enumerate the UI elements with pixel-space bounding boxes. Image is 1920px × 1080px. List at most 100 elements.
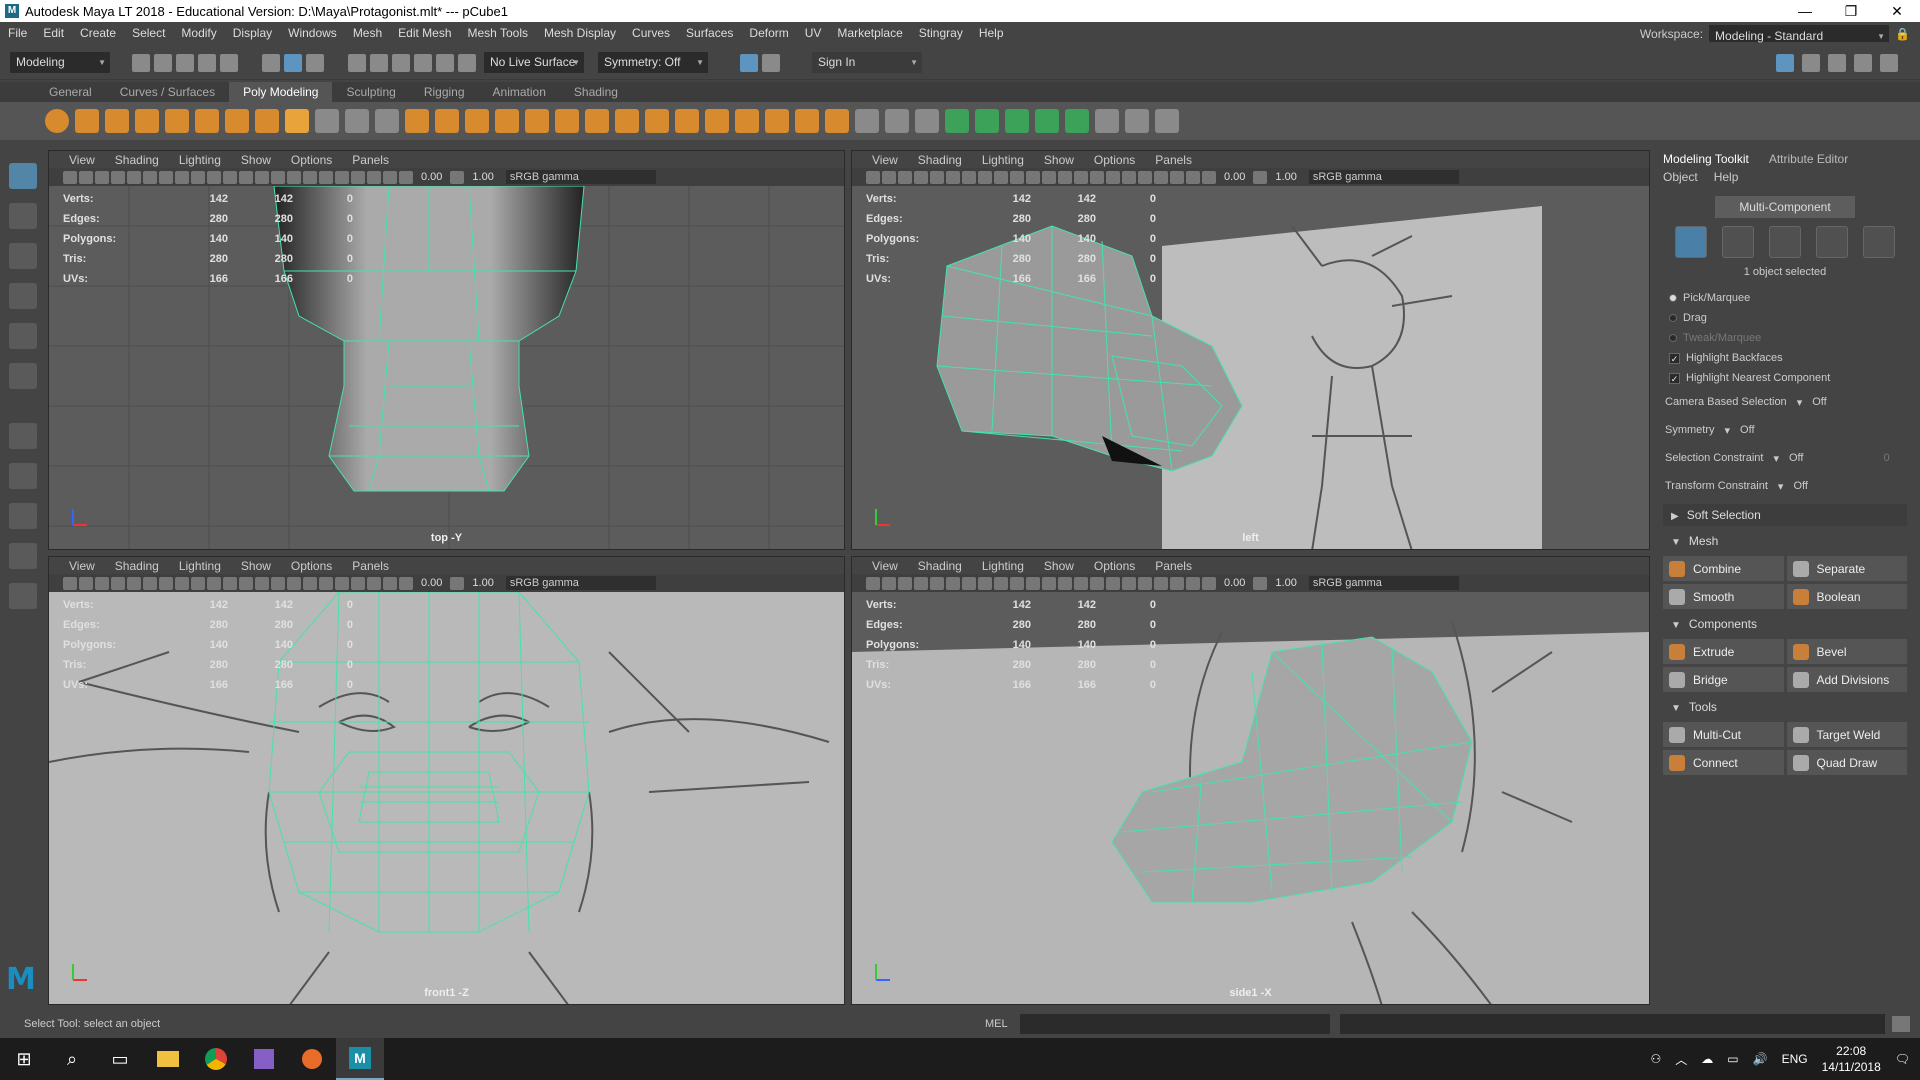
gamma-field[interactable]: 1.00	[1275, 577, 1296, 589]
panel-menu-options[interactable]: Options	[1084, 559, 1145, 573]
bridge-shelf-icon[interactable]	[825, 109, 849, 133]
snap-surface-icon[interactable]	[436, 53, 454, 72]
transform-constraint-row[interactable]: Transform Constraint ▾ Off	[1655, 472, 1915, 500]
spherical-mapping-icon[interactable]	[1005, 109, 1029, 133]
automatic-mapping-icon[interactable]	[1035, 109, 1059, 133]
shelf-tab-curves-surfaces[interactable]: Curves / Surfaces	[106, 82, 229, 102]
colorspace-dropdown[interactable]: sRGB gamma	[1308, 576, 1459, 590]
maximize-button[interactable]: ❐	[1828, 0, 1874, 22]
collapse-icon[interactable]	[765, 109, 789, 133]
panel-menu-panels[interactable]: Panels	[1145, 559, 1202, 573]
shelf-tab-sculpting[interactable]: Sculpting	[332, 82, 409, 102]
menu-file[interactable]: File	[0, 26, 35, 40]
combine-shelf-icon[interactable]	[405, 109, 429, 133]
menu-surfaces[interactable]: Surfaces	[678, 26, 741, 40]
components-section[interactable]: ▼ Components	[1663, 613, 1907, 635]
highlight-backfaces-checkbox[interactable]: ✓ Highlight Backfaces	[1655, 348, 1915, 368]
sign-in-button[interactable]: Sign In	[812, 52, 922, 73]
visual-studio-icon[interactable]	[240, 1038, 288, 1080]
vertex-mode-icon[interactable]	[1722, 226, 1754, 258]
panel-menu-lighting[interactable]: Lighting	[169, 153, 231, 167]
new-scene-icon[interactable]	[132, 53, 150, 72]
menu-select[interactable]: Select	[124, 26, 173, 40]
undo-icon[interactable]	[198, 53, 216, 72]
menu-windows[interactable]: Windows	[280, 26, 345, 40]
tab-modeling-toolkit[interactable]: Modeling Toolkit	[1663, 152, 1749, 166]
drag-option[interactable]: Drag	[1655, 308, 1915, 328]
exposure-field[interactable]: 0.00	[1224, 171, 1245, 183]
poly-cone-icon[interactable]	[135, 109, 159, 133]
panel-menu-shading[interactable]: Shading	[105, 559, 169, 573]
close-button[interactable]: ✕	[1874, 0, 1920, 22]
uv-snapshot-icon[interactable]	[375, 109, 399, 133]
render-icon[interactable]	[740, 53, 758, 72]
panel-menu-view[interactable]: View	[59, 559, 105, 573]
planar-mapping-icon[interactable]	[945, 109, 969, 133]
panel-menu-shading[interactable]: Shading	[908, 559, 972, 573]
object-mode-icon[interactable]	[1675, 226, 1707, 258]
menu-help[interactable]: Help	[971, 26, 1012, 40]
snap-curve-icon[interactable]	[370, 53, 388, 72]
panel-menu-view[interactable]: View	[862, 559, 908, 573]
rotate-tool-icon[interactable]	[8, 323, 37, 349]
windows-start-icon[interactable]: ⊞	[0, 1038, 48, 1080]
menu-mesh-tools[interactable]: Mesh Tools	[460, 26, 536, 40]
menu-modify[interactable]: Modify	[173, 26, 224, 40]
chrome-icon[interactable]	[192, 1038, 240, 1080]
gamma-field[interactable]: 1.00	[472, 577, 493, 589]
menu-curves[interactable]: Curves	[624, 26, 678, 40]
target-weld-button[interactable]: Target Weld	[1786, 722, 1907, 747]
colorspace-dropdown[interactable]: sRGB gamma	[505, 170, 656, 184]
add-divisions-button[interactable]: Add Divisions	[1786, 667, 1907, 692]
menu-deform[interactable]: Deform	[741, 26, 796, 40]
gamma-field[interactable]: 1.00	[472, 171, 493, 183]
toolkit-menu-help[interactable]: Help	[1714, 170, 1739, 184]
menu-mesh[interactable]: Mesh	[345, 26, 390, 40]
file-explorer-icon[interactable]	[144, 1038, 192, 1080]
symmetry-dropdown[interactable]: Symmetry: Off	[598, 52, 708, 73]
menu-create[interactable]: Create	[72, 26, 124, 40]
insert-edge-loop-icon[interactable]	[885, 109, 909, 133]
super-shape-icon[interactable]	[285, 109, 309, 133]
reduce-icon[interactable]	[615, 109, 639, 133]
pick-marquee-option[interactable]: Pick/Marquee	[1655, 288, 1915, 308]
scale-tool-icon[interactable]	[8, 363, 37, 389]
panel-menu-options[interactable]: Options	[281, 153, 342, 167]
multi-component-button[interactable]: Multi-Component	[1715, 196, 1855, 218]
menu-edit[interactable]: Edit	[35, 26, 72, 40]
redo-icon[interactable]	[220, 53, 238, 72]
menu-marketplace[interactable]: Marketplace	[829, 26, 910, 40]
append-polygon-icon[interactable]	[675, 109, 699, 133]
panel-menu-panels[interactable]: Panels	[342, 153, 399, 167]
select-tool-icon[interactable]	[8, 163, 37, 189]
tools-section[interactable]: ▼ Tools	[1663, 696, 1907, 718]
toolkit-menu-object[interactable]: Object	[1663, 170, 1698, 184]
soft-selection-section[interactable]: ▶ Soft Selection	[1663, 504, 1907, 526]
panel-menu-show[interactable]: Show	[1034, 559, 1084, 573]
workspace-dropdown[interactable]: Modeling - Standard	[1709, 25, 1890, 47]
mirror-icon[interactable]	[585, 109, 609, 133]
shelf-tab-general[interactable]: General	[35, 82, 106, 102]
command-line-input[interactable]	[1020, 1014, 1330, 1034]
edge-mode-icon[interactable]	[1769, 226, 1801, 258]
bridge-button[interactable]: Bridge	[1663, 667, 1784, 692]
shelf-tab-shading[interactable]: Shading	[560, 82, 632, 102]
select-component-icon[interactable]	[306, 53, 324, 72]
selection-constraint-row[interactable]: Selection Constraint ▾ Off 0	[1655, 444, 1915, 472]
poly-torus-icon[interactable]	[165, 109, 189, 133]
tab-attribute-editor[interactable]: Attribute Editor	[1769, 152, 1848, 166]
platonic-solid-icon[interactable]	[255, 109, 279, 133]
poly-sphere-icon[interactable]	[45, 109, 69, 133]
cut-uv-icon[interactable]	[1125, 109, 1149, 133]
panel-menu-view[interactable]: View	[59, 153, 105, 167]
offset-edge-loop-icon[interactable]	[915, 109, 939, 133]
panel-menu-show[interactable]: Show	[231, 559, 281, 573]
save-scene-icon[interactable]	[176, 53, 194, 72]
menu-mesh-display[interactable]: Mesh Display	[536, 26, 624, 40]
search-icon[interactable]: ⌕	[48, 1038, 96, 1080]
paint-select-tool-icon[interactable]	[8, 243, 37, 269]
snap-view-icon[interactable]	[414, 53, 432, 72]
minimize-button[interactable]: —	[1782, 0, 1828, 22]
pause-icon[interactable]	[762, 53, 780, 72]
boolean-union-icon[interactable]	[525, 109, 549, 133]
